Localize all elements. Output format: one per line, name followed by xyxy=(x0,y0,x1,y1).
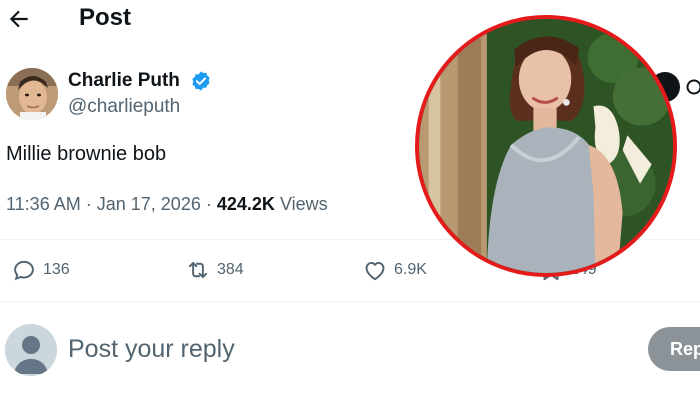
meta-separator: · xyxy=(205,194,212,214)
post-meta: 11:36 AM · Jan 17, 2026 · 424.2K Views xyxy=(6,194,328,215)
reply-button[interactable]: Reply xyxy=(648,327,700,371)
repost-action-button[interactable]: 384 xyxy=(185,256,244,284)
post-page: Post Charlie Puth @charlieputh Millie br… xyxy=(0,0,700,400)
verified-badge-icon xyxy=(190,70,212,92)
repost-count: 384 xyxy=(217,261,244,278)
reply-count: 136 xyxy=(43,261,70,278)
reply-icon xyxy=(14,260,34,281)
avatar-image xyxy=(6,68,58,120)
author-handle[interactable]: @charlieputh xyxy=(68,96,180,118)
reply-avatar xyxy=(5,324,57,376)
arrow-left-icon xyxy=(9,10,28,28)
inset-photo xyxy=(415,15,677,277)
reply-input[interactable] xyxy=(68,330,628,368)
like-action-button[interactable]: 6.9K xyxy=(362,256,427,284)
inset-photo-image xyxy=(419,19,673,273)
author-name[interactable]: Charlie Puth xyxy=(68,70,180,92)
divider xyxy=(0,301,700,302)
repost-icon xyxy=(188,261,208,279)
reply-action-button[interactable]: 136 xyxy=(11,256,70,284)
back-button[interactable] xyxy=(6,6,32,32)
author-avatar[interactable] xyxy=(6,68,58,120)
like-icon xyxy=(365,261,385,281)
default-avatar-icon xyxy=(5,324,57,376)
views-label: Views xyxy=(279,194,328,214)
post-time[interactable]: 11:36 AM xyxy=(6,194,81,214)
meta-separator: · xyxy=(85,194,92,214)
page-title: Post xyxy=(79,4,132,31)
post-date[interactable]: Jan 17, 2026 xyxy=(97,194,201,214)
views-count: 424.2K xyxy=(216,194,275,214)
more-options-icon[interactable] xyxy=(684,76,700,98)
post-text: Millie brownie bob xyxy=(6,143,167,165)
like-count: 6.9K xyxy=(394,261,427,278)
